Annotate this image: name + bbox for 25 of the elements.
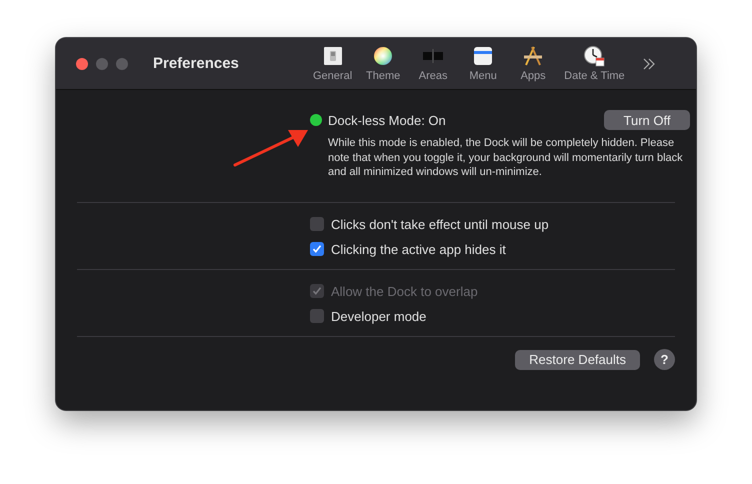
- color-wheel-icon: [372, 45, 394, 67]
- status-label: Dock-less Mode: On: [328, 112, 447, 128]
- turn-off-button[interactable]: Turn Off: [604, 110, 690, 130]
- chevron-double-right-icon[interactable]: [642, 58, 655, 70]
- window-title: Preferences: [153, 55, 240, 72]
- checkbox-option[interactable]: Developer mode: [310, 308, 675, 324]
- checkbox-option[interactable]: Clicking the active app hides it: [310, 241, 675, 258]
- close-button[interactable]: [76, 58, 88, 70]
- checkbox[interactable]: [310, 242, 324, 256]
- help-button[interactable]: ?: [654, 349, 675, 370]
- toolbar-tab[interactable]: General: [309, 43, 356, 84]
- toolbar-tab[interactable]: Date & Time: [560, 43, 629, 84]
- switch-icon: [322, 45, 344, 67]
- status-description: While this mode is enabled, the Dock will be completely hidden. Please note that when you toggle it, your background will momentarily turn black and all minimized windows will un-minimize.: [328, 136, 684, 180]
- menu-bar-icon: [472, 45, 494, 67]
- checkbox[interactable]: [310, 309, 324, 324]
- toolbar-tab[interactable]: Apps: [510, 43, 556, 84]
- toolbar-tab[interactable]: Theme: [360, 43, 406, 84]
- clock-calendar-icon: [583, 45, 606, 67]
- restore-defaults-button[interactable]: Restore Defaults: [515, 350, 640, 370]
- toolbar-tab[interactable]: Areas: [410, 43, 456, 84]
- toolbar-tab[interactable]: Menu: [460, 43, 506, 84]
- checkbox[interactable]: [310, 217, 324, 232]
- pencil-ruler-icon: [522, 45, 544, 67]
- checkbox-option[interactable]: Clicks don't take effect until mouse up: [310, 216, 675, 232]
